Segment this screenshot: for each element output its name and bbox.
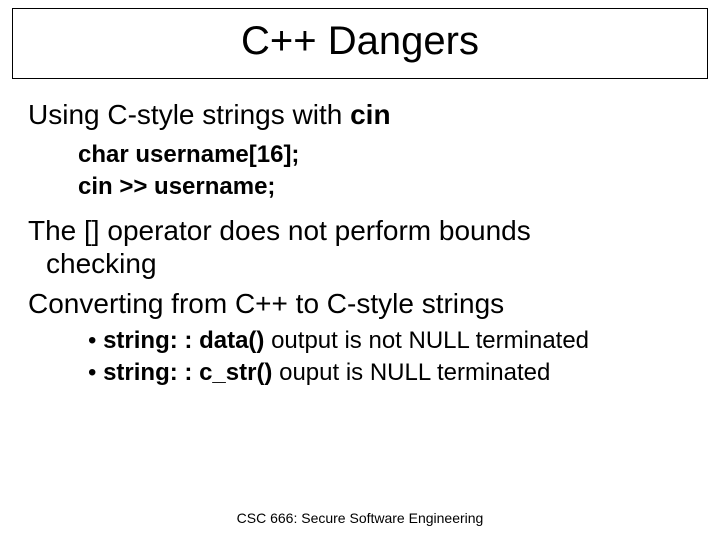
bounds-line-1: The [] operator does not perform bounds: [28, 214, 690, 248]
intro-line: Using C-style strings with cin: [28, 99, 690, 131]
content-area: Using C-style strings with cin char user…: [0, 79, 720, 387]
slide-title: C++ Dangers: [13, 19, 707, 64]
code-line-1: char username[16];: [78, 139, 690, 171]
bullet-2-strong: string: : c_str(): [103, 359, 272, 386]
paragraph-bounds: The [] operator does not perform bounds …: [28, 214, 690, 281]
bullet-1-strong: string: : data(): [103, 327, 264, 354]
bounds-line-2: checking: [28, 247, 690, 281]
bullet-list: string: : data() output is not NULL term…: [88, 327, 690, 387]
bullet-2-rest: ouput is NULL terminated: [272, 359, 550, 386]
bullet-1-rest: output is not NULL terminated: [264, 327, 589, 354]
code-block: char username[16]; cin >> username;: [78, 139, 690, 204]
list-item: string: : c_str() ouput is NULL terminat…: [88, 359, 690, 387]
footer-text: CSC 666: Secure Software Engineering: [0, 510, 720, 526]
intro-keyword: cin: [350, 99, 390, 130]
slide: C++ Dangers Using C-style strings with c…: [0, 8, 720, 548]
list-item: string: : data() output is not NULL term…: [88, 327, 690, 355]
title-box: C++ Dangers: [12, 8, 708, 79]
code-line-2: cin >> username;: [78, 171, 690, 203]
paragraph-convert: Converting from C++ to C-style strings: [28, 287, 690, 321]
intro-text: Using C-style strings with: [28, 99, 350, 130]
